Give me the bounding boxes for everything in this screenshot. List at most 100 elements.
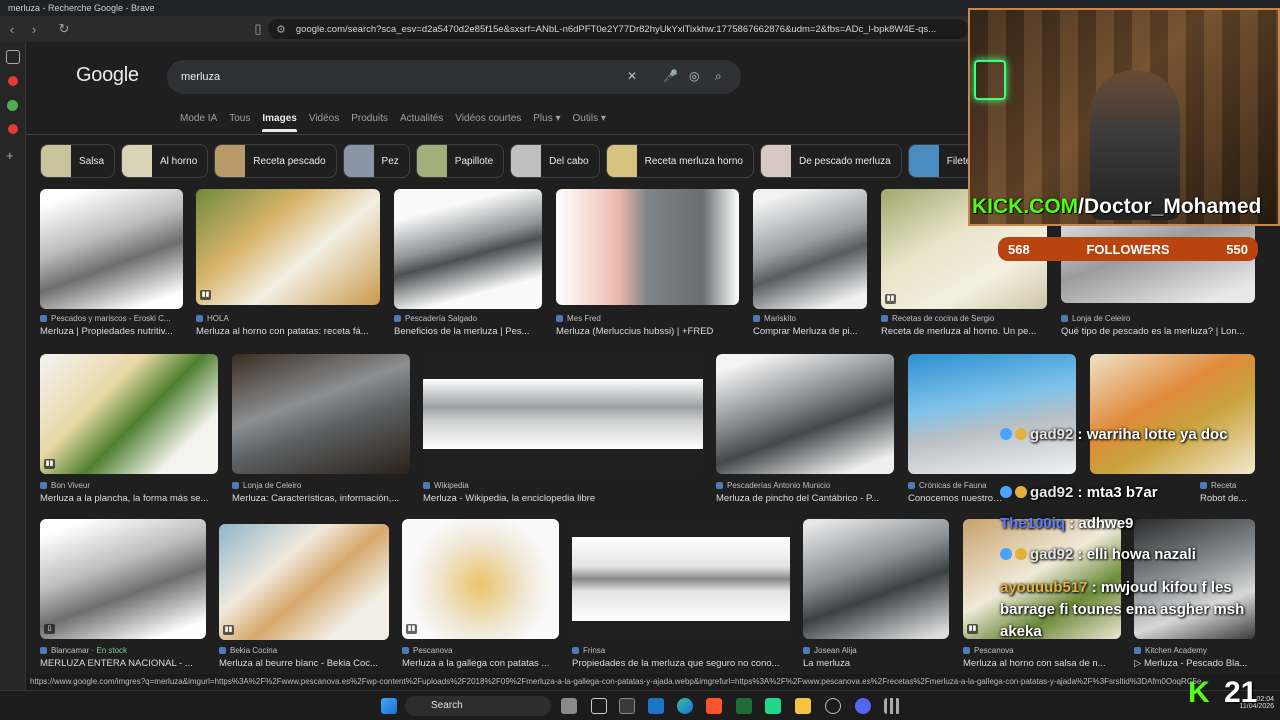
site-info-icon[interactable]: ⚙ <box>276 23 286 36</box>
image-result[interactable]: Frinsa Propiedades de la merluza que seg… <box>572 519 792 669</box>
result-image[interactable] <box>753 189 867 309</box>
forward-icon[interactable]: › <box>24 19 44 39</box>
chip-receta-merluza-horno[interactable]: Receta merluza horno <box>605 144 754 178</box>
image-result[interactable]: Pescadería Salgado Beneficios de la merl… <box>394 189 544 341</box>
chip-salsa[interactable]: Salsa <box>40 144 116 178</box>
image-result[interactable]: Josean Alija La merluza <box>803 519 951 669</box>
chip-receta-pescado[interactable]: Receta pescado <box>214 144 337 178</box>
result-title[interactable]: Merluza a la plancha, la forma más se... <box>40 493 220 504</box>
settings-icon[interactable] <box>825 698 841 714</box>
discord-icon[interactable] <box>855 698 871 714</box>
chip-de-pescado-merluza[interactable]: De pescado merluza <box>760 144 902 178</box>
tab-outils[interactable]: Outils ▾ <box>573 113 606 132</box>
result-image[interactable] <box>40 189 183 309</box>
result-image[interactable]: ▯ <box>40 519 206 639</box>
chip-del-cabo[interactable]: Del cabo <box>510 144 600 178</box>
result-image[interactable] <box>423 354 703 474</box>
result-title[interactable]: Beneficios de la merluza | Pes... <box>394 326 544 337</box>
chip-papillote[interactable]: Papillote <box>415 144 505 178</box>
result-image[interactable]: ▮▮ <box>402 519 559 639</box>
result-image[interactable] <box>232 354 410 474</box>
kick-icon[interactable] <box>736 698 752 714</box>
file-explorer-icon[interactable] <box>795 698 811 714</box>
image-result[interactable]: ▮▮ HOLA Merluza al horno con patatas: re… <box>196 189 382 341</box>
result-image[interactable]: ▮▮ <box>219 524 389 640</box>
result-title[interactable]: Merluza a la gallega con patatas ... <box>402 658 562 669</box>
back-icon[interactable]: ‹ <box>2 19 22 39</box>
result-title[interactable]: Comprar Merluza de pi... <box>753 326 869 337</box>
tab-videos[interactable]: Vidéos <box>309 113 339 132</box>
result-title[interactable]: Qué tipo de pescado es la merluza? | Lon… <box>1061 326 1257 337</box>
chrome-icon[interactable] <box>7 100 18 111</box>
calendar-icon[interactable] <box>591 698 607 714</box>
task-view-icon[interactable] <box>561 698 577 714</box>
image-result[interactable]: ▮▮ Pescanova Merluza a la gallega con pa… <box>402 519 562 669</box>
image-result[interactable]: Pescados y mariscos - Eroski C... Merluz… <box>40 189 184 341</box>
result-title[interactable]: La merluza <box>803 658 951 669</box>
result-title[interactable]: Propiedades de la merluza que seguro no … <box>572 658 792 669</box>
image-result[interactable]: Mes Fred Merluza (Merluccius hubssi) | +… <box>556 189 740 341</box>
image-result[interactable]: ▯ Blancamar · En stock MERLUZA ENTERA NA… <box>40 519 208 669</box>
reload-icon[interactable]: ↻ <box>54 19 74 39</box>
image-result[interactable]: Lonja de Celeiro Merluza: Característica… <box>232 354 412 506</box>
microphone-icon[interactable]: 🎤 <box>663 69 678 83</box>
result-title[interactable]: ▷ Merluza - Pescado Bla... <box>1134 658 1256 669</box>
result-image[interactable] <box>908 354 1076 474</box>
search-icon[interactable]: ⌕ <box>715 69 722 84</box>
result-title[interactable]: Merluza: Características, información,..… <box>232 493 412 504</box>
address-bar[interactable]: ⚙ google.com/search?sca_esv=d2a5470d2e85… <box>268 19 968 39</box>
tab-tous[interactable]: Tous <box>229 113 250 132</box>
result-title[interactable]: Merluza al horno con salsa de n... <box>963 658 1123 669</box>
image-result[interactable]: Pescaderías Antonio Municio Merluza de p… <box>716 354 896 506</box>
tab-mode-ia[interactable]: Mode IA <box>180 113 217 132</box>
result-image[interactable] <box>716 354 894 474</box>
search-input[interactable]: merluza <box>181 71 220 83</box>
tab-actualites[interactable]: Actualités <box>400 113 443 132</box>
search-box[interactable]: merluza ✕ 🎤 ◎ ⌕ <box>167 60 741 94</box>
result-image[interactable]: ▮▮ <box>196 189 380 305</box>
result-title[interactable]: Receta de merluza al horno. Un pe... <box>881 326 1047 337</box>
result-source: Josean Alija <box>803 646 949 655</box>
result-image[interactable] <box>803 519 949 639</box>
result-image[interactable] <box>1090 354 1255 474</box>
tab-plus[interactable]: Plus ▾ <box>533 113 560 132</box>
kick-prefix: KICK.COM <box>972 195 1079 218</box>
windows-start-icon[interactable] <box>381 698 397 714</box>
taskbar-search[interactable]: Search <box>405 696 551 716</box>
apps-grid-icon[interactable] <box>884 698 900 714</box>
youtube-icon[interactable] <box>8 76 18 86</box>
result-title[interactable]: Merluza (Merluccius hubssi) | +FRED <box>556 326 740 337</box>
terminal-icon[interactable] <box>619 698 635 714</box>
image-result[interactable]: Mariskito Comprar Merluza de pi... <box>753 189 869 341</box>
youtube-icon-2[interactable] <box>8 124 18 134</box>
lens-icon[interactable]: ◎ <box>689 69 699 83</box>
brave-icon[interactable] <box>706 698 722 714</box>
result-title[interactable]: Conocemos nuestro p... <box>908 493 1004 504</box>
result-title[interactable]: Merluza al horno con patatas: receta fá.… <box>196 326 382 337</box>
pycharm-icon[interactable] <box>765 698 781 714</box>
outlook-icon[interactable] <box>648 698 664 714</box>
add-icon[interactable]: + <box>6 148 20 163</box>
result-image[interactable] <box>572 519 790 639</box>
image-result[interactable]: ▮▮ Bon Viveur Merluza a la plancha, la f… <box>40 354 220 506</box>
result-title[interactable]: Merluza de pincho del Cantábrico - P... <box>716 493 896 504</box>
result-title[interactable]: Merluza al beurre blanc - Bekia Coc... <box>219 658 391 669</box>
bookmark-icon[interactable]: ▯ <box>248 19 268 39</box>
result-title[interactable]: MERLUZA ENTERA NACIONAL - ... <box>40 658 208 669</box>
tab-produits[interactable]: Produits <box>351 113 388 132</box>
image-result[interactable]: Wikipedia Merluza - Wikipedia, la encicl… <box>423 354 705 506</box>
result-image[interactable] <box>556 189 739 305</box>
result-image[interactable] <box>394 189 542 309</box>
result-title[interactable]: Merluza | Propiedades nutritiv... <box>40 326 184 337</box>
result-title[interactable]: Merluza - Wikipedia, la enciclopedia lib… <box>423 493 705 504</box>
sidebar-panel-icon[interactable] <box>6 50 20 64</box>
chip-pez[interactable]: Pez <box>342 144 410 178</box>
result-image[interactable]: ▮▮ <box>40 354 218 474</box>
edge-icon[interactable] <box>677 698 693 714</box>
clear-icon[interactable]: ✕ <box>627 69 637 83</box>
google-logo[interactable]: Google <box>76 64 139 87</box>
tab-videos-courtes[interactable]: Vidéos courtes <box>455 113 521 132</box>
image-result[interactable]: ▮▮ Bekia Cocina Merluza al beurre blanc … <box>219 519 391 669</box>
tab-images[interactable]: Images <box>262 113 298 132</box>
chip-al-horno[interactable]: Al horno <box>121 144 209 178</box>
